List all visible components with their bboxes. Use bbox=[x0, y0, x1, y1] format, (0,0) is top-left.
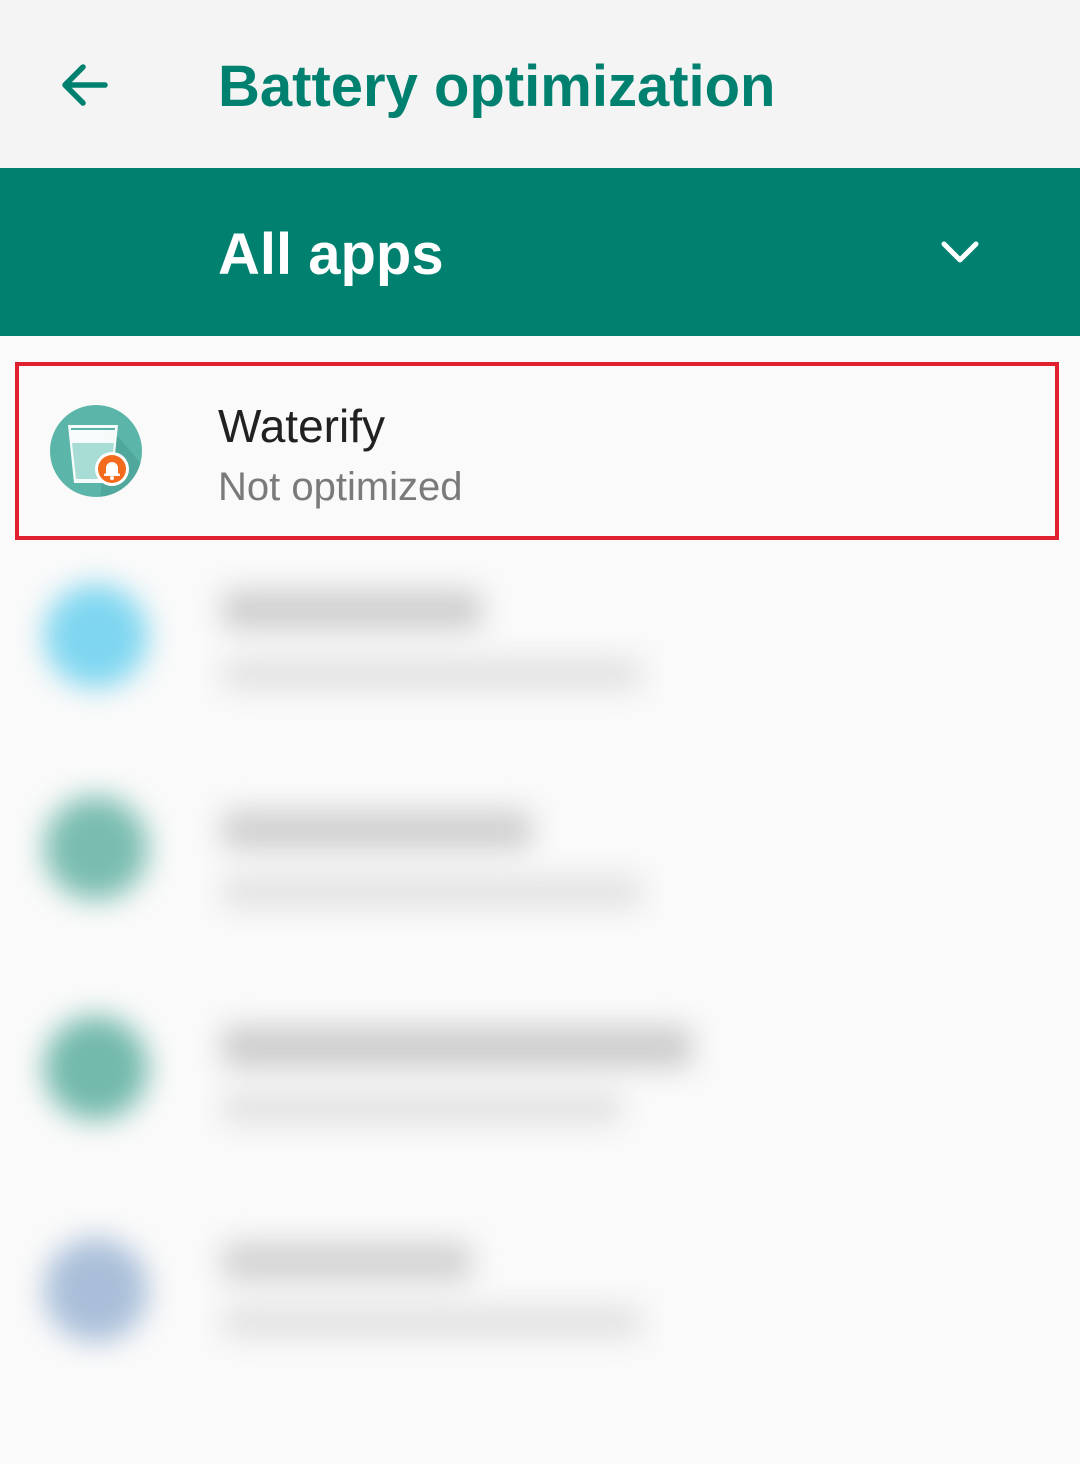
filter-dropdown[interactable] bbox=[0, 168, 1080, 336]
app-name-blurred bbox=[222, 1026, 692, 1068]
app-icon-blurred bbox=[44, 584, 148, 688]
app-icon-blurred bbox=[44, 1238, 148, 1342]
water-glass-alarm-icon bbox=[50, 405, 142, 497]
app-status-blurred bbox=[222, 1306, 642, 1338]
list-item-blurred[interactable] bbox=[0, 540, 1080, 752]
app-icon-blurred bbox=[44, 1016, 148, 1120]
list-item-blurred[interactable] bbox=[0, 964, 1080, 1176]
app-name-blurred bbox=[222, 1242, 472, 1282]
chevron-down-icon[interactable] bbox=[930, 222, 990, 282]
app-status-blurred bbox=[222, 876, 642, 908]
app-name-blurred bbox=[222, 810, 532, 850]
app-name: Waterify bbox=[218, 400, 385, 452]
back-button[interactable] bbox=[40, 40, 130, 130]
app-bar: Battery optimization bbox=[0, 0, 1080, 168]
arrow-back-icon bbox=[62, 64, 108, 106]
app-status: Not optimized bbox=[218, 465, 463, 509]
list-item-blurred[interactable] bbox=[0, 752, 1080, 964]
app-status-blurred bbox=[222, 658, 642, 690]
filter-label: All apps bbox=[218, 222, 444, 287]
app-icon-blurred bbox=[44, 796, 148, 900]
app-name-blurred bbox=[222, 590, 482, 630]
list-item-waterify[interactable] bbox=[0, 348, 1080, 560]
app-status-blurred bbox=[222, 1092, 622, 1124]
list-item-blurred[interactable] bbox=[0, 1176, 1080, 1388]
page-title: Battery optimization bbox=[218, 54, 776, 119]
